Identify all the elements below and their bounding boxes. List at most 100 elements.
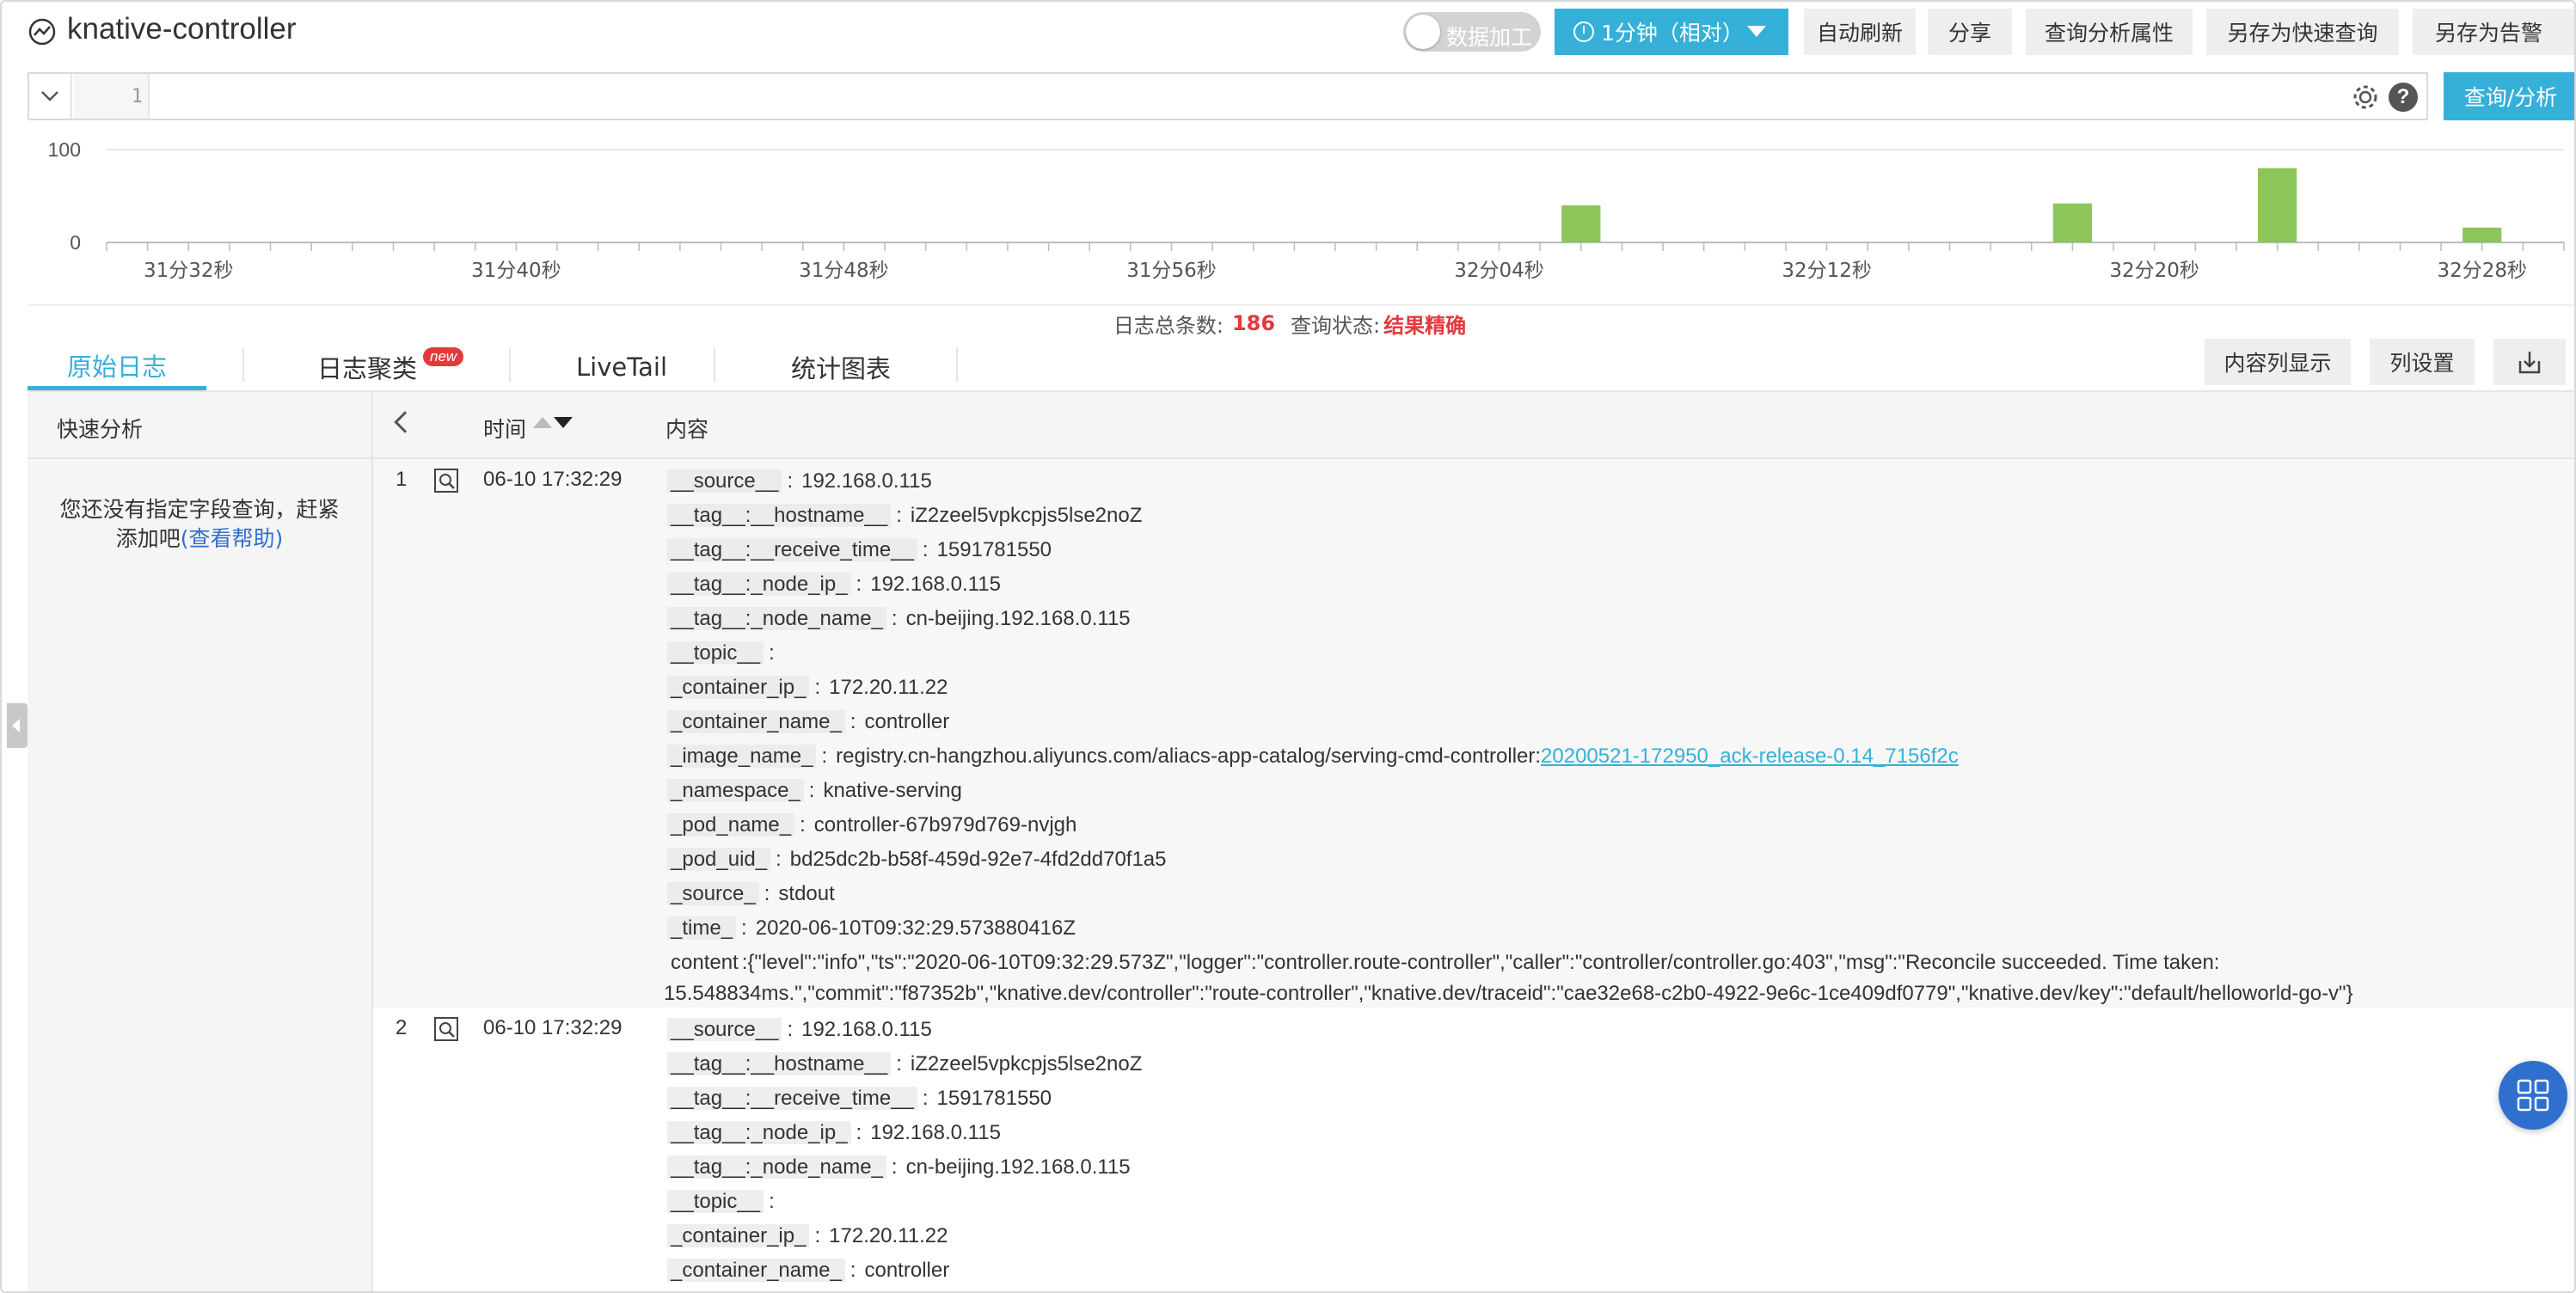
field-key[interactable]: __source__	[667, 1018, 782, 1041]
field-key[interactable]: __tag__:_node_name_	[667, 1155, 886, 1179]
field-key[interactable]: _container_name_	[667, 1259, 845, 1282]
quick-analysis-header: 快速分析	[28, 392, 371, 459]
field-key[interactable]: __tag__:_node_name_	[667, 607, 886, 630]
sort-desc-icon[interactable]	[554, 417, 573, 428]
search-analyze-button[interactable]: 查询/分析	[2444, 72, 2574, 120]
log-field: __tag__:__hostname__: iZ2zeel5vpkcpjs5lse…	[667, 499, 2559, 533]
field-value[interactable]: bd25dc2b-b58f-459d-92e7-4fd2dd70f1a5	[790, 848, 1167, 871]
log-field: __topic__:	[667, 636, 2559, 671]
field-value[interactable]: 172.20.11.22	[829, 1224, 948, 1247]
tab-livetail[interactable]: LiveTail	[549, 344, 695, 390]
field-key[interactable]: __topic__	[667, 641, 764, 665]
gear-icon[interactable]	[2351, 83, 2380, 112]
field-value[interactable]: stdout	[778, 882, 834, 905]
field-value[interactable]: 2020-06-10T09:32:29.573880416Z	[756, 916, 1076, 940]
sort-asc-icon[interactable]	[533, 417, 552, 428]
field-value[interactable]: iZ2zeel5vpkcpjs5lse2noZ	[911, 504, 1142, 527]
save-as-alert-button[interactable]: 另存为告警	[2413, 9, 2574, 55]
field-separator: :	[776, 848, 782, 871]
toggle-knob	[1406, 15, 1440, 49]
field-key[interactable]: __tag__:_node_ip_	[667, 573, 851, 596]
tab-raw-logs[interactable]: 原始日志	[28, 344, 206, 390]
field-key[interactable]: __tag__:__hostname__	[667, 1052, 892, 1075]
result-summary: 日志总条数: 186 查询状态: 结果精确	[2, 306, 2574, 340]
field-key[interactable]: _container_name_	[667, 710, 845, 733]
field-value[interactable]: controller-67b979d769-nvjgh	[814, 813, 1077, 836]
field-value[interactable]: 192.168.0.115	[801, 469, 932, 493]
auto-refresh-button[interactable]: 自动刷新	[1804, 9, 1916, 55]
query-editor[interactable]: 1 ?	[28, 72, 2428, 120]
log-time: 06-10 17:32:29	[483, 1016, 623, 1039]
history-dropdown[interactable]	[29, 74, 72, 119]
field-key[interactable]: __tag__:__hostname__	[667, 504, 892, 527]
table-row: 1 06-10 17:32:29 __source__:192.168.0.11…	[373, 459, 2574, 1008]
tab-statistics-chart[interactable]: 统计图表	[772, 344, 910, 390]
time-range-selector[interactable]: 1分钟（相对）	[1555, 9, 1788, 55]
expand-sidebar-handle[interactable]	[7, 703, 28, 748]
field-key[interactable]: _time_	[667, 916, 737, 940]
field-value[interactable]: 1591781550	[937, 538, 1052, 561]
quick-analysis-empty-message: 您还没有指定字段查询，赶紧 添加吧(查看帮助)	[28, 495, 371, 554]
context-search-icon[interactable]	[433, 468, 459, 493]
field-separator: :	[821, 745, 828, 768]
field-value[interactable]: cn-beijing.192.168.0.115	[906, 607, 1131, 630]
share-button[interactable]: 分享	[1928, 9, 2012, 55]
help-icon[interactable]: ?	[2389, 83, 2418, 112]
field-key[interactable]: _pod_name_	[667, 813, 795, 836]
field-value[interactable]: 192.168.0.115	[870, 1121, 1001, 1144]
field-value[interactable]: knative-serving	[823, 779, 961, 802]
tab-log-clustering[interactable]: 日志聚类	[303, 344, 432, 390]
histogram-bar	[2257, 168, 2297, 242]
x-tick-label: 32分12秒	[1782, 260, 1872, 282]
log-field: __tag__:__hostname__: iZ2zeel5vpkcpjs5lse…	[667, 1047, 2559, 1082]
field-value[interactable]: iZ2zeel5vpkcpjs5lse2noZ	[911, 1052, 1142, 1075]
time-column-header[interactable]: 时间	[483, 413, 526, 444]
field-key[interactable]: content	[667, 951, 742, 974]
image-tag-link[interactable]: 20200521-172950_ack-release-0.14_7156f2c	[1541, 745, 1959, 768]
field-key[interactable]: _source_	[667, 882, 759, 905]
field-key[interactable]: _container_ip_	[667, 1224, 810, 1247]
field-key[interactable]: _image_name_	[667, 745, 817, 768]
field-value[interactable]: controller	[864, 710, 949, 733]
query-state-value: 结果精确	[1383, 313, 1467, 338]
field-key[interactable]: __tag__:__receive_time__	[667, 1087, 917, 1110]
field-separator: :	[769, 1190, 775, 1213]
download-button[interactable]	[2493, 339, 2566, 385]
tab-divider	[714, 347, 715, 382]
collapse-panel-icon[interactable]	[394, 411, 416, 433]
log-field: _namespace_: knative-serving	[667, 774, 2559, 808]
field-key[interactable]: __tag__:__receive_time__	[667, 538, 917, 561]
chart-icon	[28, 18, 56, 46]
field-key[interactable]: _namespace_	[667, 779, 804, 802]
content-line-1: {"level":"info","ts":"2020-06-10T09:32:2…	[747, 951, 2220, 974]
query-properties-button[interactable]: 查询分析属性	[2026, 9, 2193, 55]
apps-menu-button[interactable]	[2499, 1061, 2567, 1130]
empty-message-text: 添加吧	[115, 526, 181, 551]
field-key[interactable]: __tag__:_node_ip_	[667, 1121, 851, 1144]
field-value[interactable]: 192.168.0.115	[801, 1018, 932, 1041]
field-value[interactable]: cn-beijing.192.168.0.115	[906, 1155, 1131, 1179]
field-key[interactable]: __source__	[667, 469, 782, 493]
field-key[interactable]: _pod_uid_	[667, 848, 771, 871]
column-settings-button[interactable]: 列设置	[2370, 339, 2475, 385]
field-value[interactable]: 192.168.0.115	[870, 573, 1001, 596]
row-index: 1	[396, 468, 408, 491]
x-tick-label: 32分04秒	[1454, 260, 1544, 282]
x-tick-label: 32分28秒	[2437, 260, 2527, 282]
log-fields: __source__:192.168.0.115 __tag__:__hostna…	[667, 1013, 2559, 1288]
field-key[interactable]: __topic__	[667, 1190, 764, 1213]
log-field: __source__:192.168.0.115	[667, 1013, 2559, 1047]
field-value[interactable]: controller	[864, 1259, 949, 1282]
logstore-title: knative-controller	[67, 12, 297, 46]
field-separator: :	[891, 607, 898, 630]
field-key[interactable]: _container_ip_	[667, 676, 810, 699]
field-value[interactable]: registry.cn-hangzhou.aliyuncs.com/aliacs…	[836, 745, 1541, 768]
save-quick-query-button[interactable]: 另存为快速查询	[2206, 9, 2399, 55]
data-processing-toggle[interactable]: 数据加工	[1403, 12, 1541, 52]
field-value[interactable]: 172.20.11.22	[829, 676, 948, 699]
help-link[interactable]: (查看帮助)	[181, 526, 284, 551]
context-search-icon[interactable]	[433, 1016, 459, 1042]
field-value[interactable]: 1591781550	[937, 1087, 1052, 1110]
content-columns-button[interactable]: 内容列显示	[2205, 339, 2351, 385]
content-line-2: 15.548834ms.","commit":"f87352b","knativ…	[664, 982, 2353, 1005]
